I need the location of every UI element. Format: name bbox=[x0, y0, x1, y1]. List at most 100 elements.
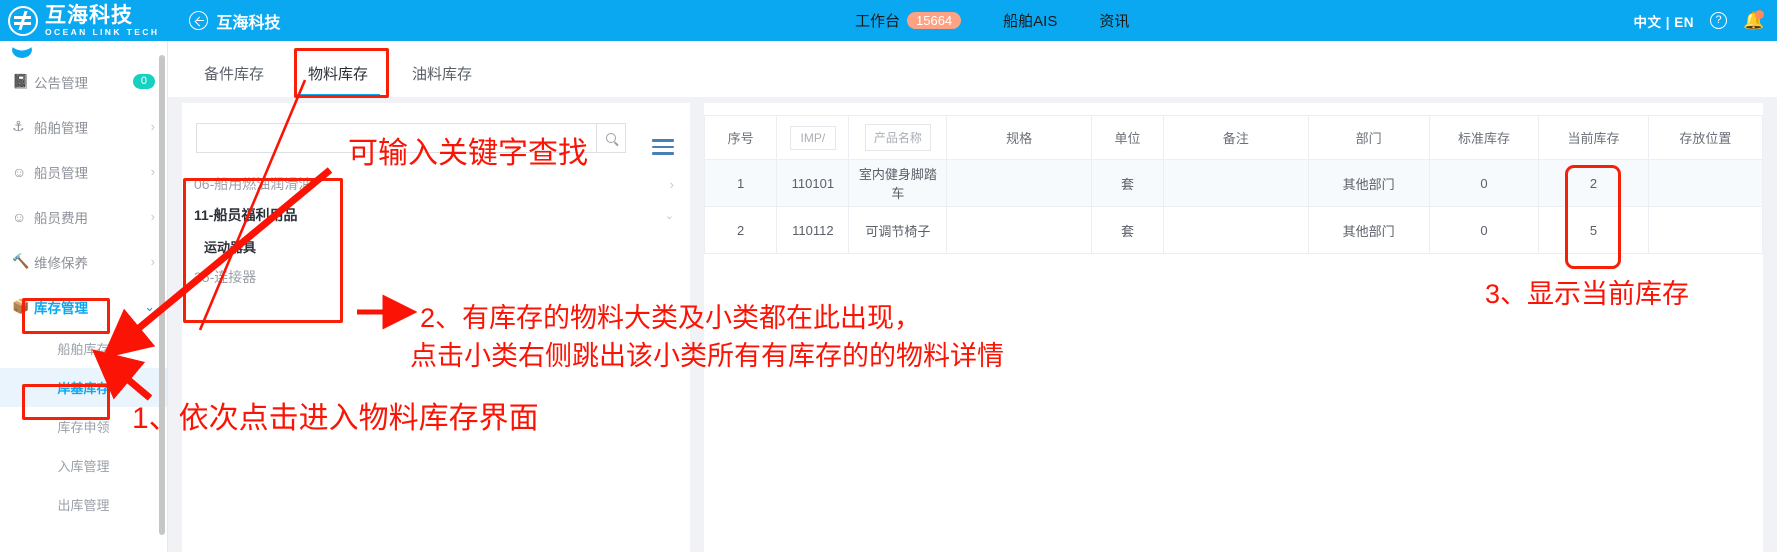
col-header-location: 存放位置 bbox=[1647, 115, 1764, 160]
brand-text: 互海科技 OCEAN LINK TECH bbox=[45, 5, 159, 37]
sidebar-sublabel-requisition: 库存申领 bbox=[57, 420, 110, 435]
col-header-department: 部门 bbox=[1307, 115, 1430, 160]
cell-spec bbox=[946, 159, 1092, 207]
category-list: 06-船用燃油润滑油 › 11-船员福利用品 ⌄ 运动器具 35-连接器 bbox=[182, 169, 690, 293]
chevron-down-icon: ⌄ bbox=[144, 298, 155, 314]
col-header-no: 序号 bbox=[703, 115, 778, 160]
app-root: 互海科技 OCEAN LINK TECH 互海科技 工作台 15664 船舶AI… bbox=[0, 0, 1777, 552]
cell-unit: 套 bbox=[1090, 206, 1165, 254]
nav-item-news[interactable]: 资讯 bbox=[1099, 10, 1129, 31]
search-button[interactable] bbox=[596, 122, 626, 153]
chevron-right-icon: › bbox=[150, 164, 155, 179]
category-name-fuel-oil: 06-船用燃油润滑油 bbox=[194, 176, 313, 192]
sidebar-item-announcement[interactable]: 📓 公告管理 0 bbox=[0, 59, 167, 104]
table-header-row: 序号 IMP/ 产品名称 规格 单位 备注 部门 标准库存 当前库存 存放位置 bbox=[703, 115, 1764, 160]
sidebar-item-inventory[interactable]: 📦 库存管理 ⌄ bbox=[0, 284, 167, 329]
cell-department: 其他部门 bbox=[1307, 206, 1430, 254]
search-icon bbox=[606, 132, 616, 143]
col-header-current-stock: 当前库存 bbox=[1538, 115, 1649, 160]
back-arrow-icon bbox=[189, 11, 209, 30]
category-pane: 06-船用燃油润滑油 › 11-船员福利用品 ⌄ 运动器具 35-连接器 bbox=[182, 103, 690, 552]
cell-current-stock[interactable]: 2 bbox=[1538, 159, 1649, 207]
question-icon[interactable]: ? bbox=[1710, 12, 1727, 29]
search-box[interactable] bbox=[196, 122, 596, 153]
col-header-unit: 单位 bbox=[1090, 115, 1165, 160]
cell-remark bbox=[1163, 159, 1309, 207]
sidebar-subitem-outbound[interactable]: 出库管理 bbox=[0, 485, 167, 524]
sidebar-item-crew[interactable]: ☺ 船员管理 › bbox=[0, 149, 167, 194]
cell-department: 其他部门 bbox=[1307, 159, 1430, 207]
language-switch[interactable]: 中文 | EN bbox=[1633, 11, 1694, 31]
chevron-down-icon: ⌄ bbox=[664, 209, 674, 222]
sidebar-label-vessel: 船舶管理 bbox=[34, 120, 88, 136]
cell-location bbox=[1647, 206, 1764, 254]
sidebar-label-inventory: 库存管理 bbox=[34, 300, 88, 316]
back-label: 互海科技 bbox=[216, 14, 281, 32]
category-row-sports-equipment[interactable]: 运动器具 bbox=[182, 231, 690, 262]
nav-item-workbench[interactable]: 工作台 15664 bbox=[855, 10, 962, 31]
top-navigation: 工作台 15664 船舶AIS 资讯 bbox=[855, 0, 1129, 41]
search-input[interactable] bbox=[197, 123, 596, 152]
sidebar-subitem-inbound[interactable]: 入库管理 bbox=[0, 446, 167, 485]
sidebar-sublabel-ship-inventory: 船舶库存 bbox=[57, 342, 110, 357]
cell-spec bbox=[946, 206, 1092, 254]
sidebar-label-announcement: 公告管理 bbox=[34, 75, 88, 91]
product-name-filter-input[interactable]: 产品名称 bbox=[864, 124, 931, 151]
box-icon: 📦 bbox=[12, 298, 30, 314]
category-row-connector[interactable]: 35-连接器 bbox=[182, 262, 690, 293]
nav-label-news: 资讯 bbox=[1099, 13, 1130, 30]
tab-material-inventory[interactable]: 物料库存 bbox=[286, 63, 390, 97]
cell-current-stock[interactable]: 5 bbox=[1538, 206, 1649, 254]
tab-label-spare-parts: 备件库存 bbox=[204, 66, 265, 83]
main-content: 备件库存 物料库存 油料库存 06-船用燃油润滑油 › 11-船员福利用品 ⌄ … bbox=[168, 41, 1777, 552]
sidebar-item-partial-top[interactable] bbox=[0, 41, 167, 59]
cell-standard-stock: 0 bbox=[1428, 206, 1540, 254]
cell-remark bbox=[1163, 206, 1309, 254]
sidebar-sublabel-shore-inventory: 岸基库存 bbox=[57, 381, 110, 396]
nav-item-ais[interactable]: 船舶AIS bbox=[1003, 10, 1057, 31]
search-row bbox=[182, 103, 690, 159]
sidebar-item-crew-cost[interactable]: ☺ 船员费用 › bbox=[0, 194, 167, 239]
notification-bell-button[interactable]: 🔔 bbox=[1743, 9, 1764, 32]
sidebar-item-maintenance[interactable]: 🔨 维修保养 › bbox=[0, 239, 167, 284]
inventory-table: 序号 IMP/ 产品名称 规格 单位 备注 部门 标准库存 当前库存 存放位置 … bbox=[703, 115, 1764, 254]
sidebar-subitem-shore-inventory[interactable]: 岸基库存 bbox=[0, 368, 167, 407]
sidebar-label-crew: 船员管理 bbox=[34, 165, 88, 181]
inventory-table-pane: 序号 IMP/ 产品名称 规格 单位 备注 部门 标准库存 当前库存 存放位置 … bbox=[703, 103, 1764, 552]
brand-logo[interactable]: 互海科技 OCEAN LINK TECH bbox=[8, 5, 159, 37]
imp-filter-input[interactable]: IMP/ bbox=[789, 125, 836, 150]
sidebar-subitem-ship-inventory[interactable]: 船舶库存 bbox=[0, 329, 167, 368]
col-header-spec: 规格 bbox=[946, 115, 1092, 160]
partial-logo-icon bbox=[12, 42, 32, 58]
chevron-right-icon: › bbox=[150, 209, 155, 224]
back-button[interactable]: 互海科技 bbox=[189, 9, 280, 33]
cell-standard-stock: 0 bbox=[1428, 159, 1540, 207]
sidebar-sublabel-outbound: 出库管理 bbox=[57, 498, 110, 513]
brand-name-cn: 互海科技 bbox=[45, 3, 133, 27]
col-header-product-name: 产品名称 bbox=[848, 115, 948, 160]
hamburger-icon[interactable] bbox=[652, 139, 674, 159]
category-row-fuel-oil[interactable]: 06-船用燃油润滑油 › bbox=[182, 169, 690, 200]
table-row[interactable]: 1 110101 室内健身脚踏车 套 其他部门 0 2 bbox=[703, 159, 1764, 207]
tab-label-material: 物料库存 bbox=[308, 66, 369, 83]
notification-dot bbox=[1755, 9, 1764, 19]
category-row-crew-welfare[interactable]: 11-船员福利用品 ⌄ bbox=[182, 200, 690, 231]
workbench-count-badge: 15664 bbox=[907, 12, 962, 29]
cell-no: 1 bbox=[703, 159, 778, 207]
sidebar-item-vessel[interactable]: ⚓ 船舶管理 › bbox=[0, 104, 167, 149]
tab-spare-parts-inventory[interactable]: 备件库存 bbox=[182, 63, 286, 97]
chevron-right-icon: › bbox=[150, 254, 155, 269]
top-right-controls: 中文 | EN ? 🔔 bbox=[1633, 0, 1764, 41]
brand-name-en: OCEAN LINK TECH bbox=[45, 26, 160, 37]
cell-location bbox=[1647, 159, 1764, 207]
category-name-crew-welfare: 11-船员福利用品 bbox=[194, 207, 298, 223]
cell-unit: 套 bbox=[1090, 159, 1165, 207]
col-header-remark: 备注 bbox=[1163, 115, 1309, 160]
sidebar: 📓 公告管理 0 ⚓ 船舶管理 › ☺ 船员管理 › ☺ 船员费用 › 🔨 维修… bbox=[0, 41, 168, 552]
sidebar-subitem-requisition[interactable]: 库存申领 bbox=[0, 407, 167, 446]
sidebar-scrollbar[interactable] bbox=[159, 55, 165, 535]
cell-no: 2 bbox=[703, 206, 778, 254]
table-row[interactable]: 2 110112 可调节椅子 套 其他部门 0 5 bbox=[703, 206, 1764, 254]
tab-oil-inventory[interactable]: 油料库存 bbox=[390, 63, 494, 97]
tab-label-oil: 油料库存 bbox=[412, 66, 473, 83]
